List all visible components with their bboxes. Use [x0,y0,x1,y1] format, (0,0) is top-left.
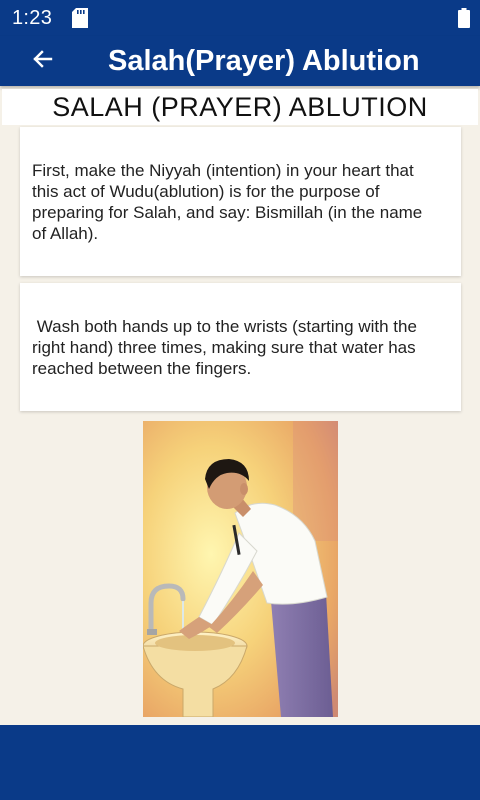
status-time: 1:23 [12,6,53,29]
app-bar: Salah(Prayer) Ablution [0,36,480,86]
app-title: Salah(Prayer) Ablution [108,44,420,77]
back-button[interactable] [14,36,70,86]
hand-washing-illustration [143,421,338,717]
battery-icon [458,8,470,28]
status-bar: 1:23 [0,0,480,36]
step-text: Wash both hands up to the wrists (starti… [32,317,417,378]
page-heading-box: SALAH (PRAYER) ABLUTION [2,89,478,125]
sd-card-icon [72,8,89,28]
bottom-bar [0,725,480,800]
step-text: First, make the Niyyah (intention) in yo… [32,161,423,243]
step-card-1: First, make the Niyyah (intention) in yo… [20,127,461,276]
page-heading: SALAH (PRAYER) ABLUTION [52,91,428,122]
arrow-left-icon [31,48,53,75]
step-card-2: Wash both hands up to the wrists (starti… [20,283,461,411]
